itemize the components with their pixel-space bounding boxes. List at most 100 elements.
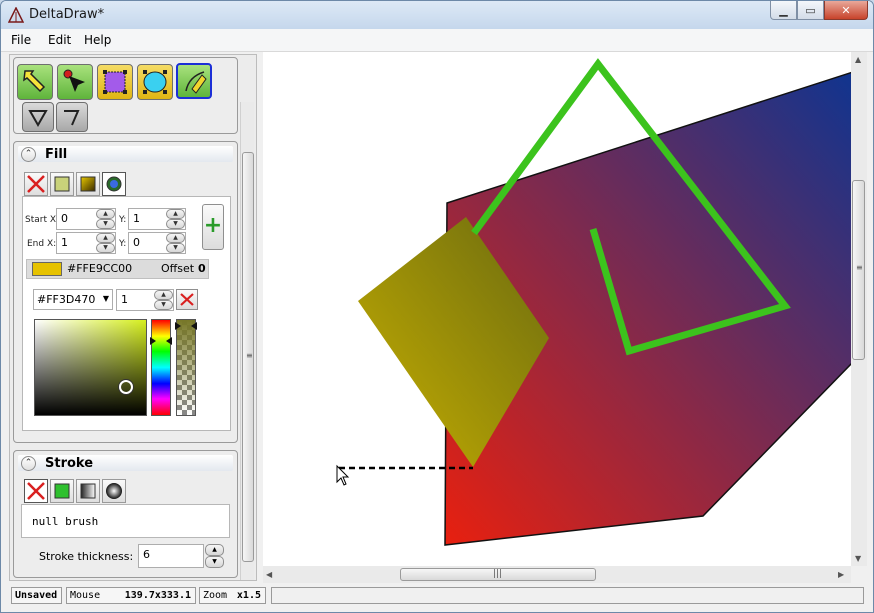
menu-help[interactable]: Help	[84, 33, 111, 47]
pen-tool-icon	[185, 71, 207, 94]
minimize-button[interactable]: ▁	[770, 1, 797, 20]
maximize-button[interactable]: ▭	[797, 1, 824, 20]
deltadraw-logo-icon	[8, 7, 24, 23]
alpha-slider[interactable]	[175, 319, 197, 416]
close-button[interactable]: ✕	[824, 1, 868, 20]
radial-gradient-stroke-button[interactable]	[102, 479, 126, 503]
start-x-value: 0	[61, 212, 68, 225]
menu-edit[interactable]: Edit	[48, 33, 71, 47]
grip-icon: ≡	[246, 351, 253, 360]
canvas-horizontal-scrollbar[interactable]: ◀ ||| ▶	[263, 566, 851, 583]
start-y-label: Y:	[119, 215, 127, 225]
properties-panel: ⌃ Fill Start X: 0 ▲ ▼ Y: 1 ▲ ▼ End X: 1 …	[9, 54, 257, 581]
chevron-down-icon[interactable]: ▼	[103, 294, 109, 303]
add-stop-button[interactable]: +	[202, 204, 224, 250]
solid-color-icon	[54, 483, 70, 499]
polyline-tool-button[interactable]	[56, 102, 88, 132]
start-y-stepper[interactable]: 1 ▲ ▼	[128, 208, 186, 230]
offset-label: Offset	[161, 262, 195, 275]
alpha-slider-handle[interactable]	[175, 319, 197, 330]
radial-gradient-fill-button[interactable]	[102, 172, 126, 196]
spin-up-icon[interactable]: ▲	[205, 544, 224, 556]
stop-color-hex: #FFE9CC00	[67, 262, 133, 275]
pen-tool-button[interactable]	[176, 63, 212, 99]
ellipse-tool-button[interactable]	[137, 64, 173, 100]
spin-up-icon[interactable]: ▲	[166, 209, 185, 219]
stop-offset-stepper[interactable]: 1 ▲ ▼	[116, 289, 174, 311]
start-x-stepper[interactable]: 0 ▲ ▼	[56, 208, 116, 230]
panel-scrollbar[interactable]: ≡	[240, 102, 254, 580]
spin-up-icon[interactable]: ▲	[154, 290, 173, 300]
fill-section-header[interactable]: ⌃ Fill	[18, 146, 233, 162]
title-bar[interactable]: DeltaDraw* ▁ ▭ ✕	[1, 1, 873, 29]
grip-icon: ≡	[856, 263, 863, 272]
menu-file[interactable]: File	[11, 33, 31, 47]
hue-slider[interactable]	[150, 319, 172, 416]
end-y-stepper[interactable]: 0 ▲ ▼	[128, 232, 186, 254]
scroll-up-icon[interactable]: ▲	[855, 55, 861, 64]
radial-gradient-icon	[106, 176, 122, 192]
stroke-title: Stroke	[45, 456, 94, 471]
no-stroke-button[interactable]	[24, 479, 48, 503]
mouse-value: 139.7x333.1	[124, 590, 191, 601]
saturation-value-picker[interactable]	[34, 319, 147, 416]
spin-up-icon[interactable]: ▲	[96, 233, 115, 243]
canvas-vertical-thumb[interactable]: ≡	[852, 180, 865, 360]
drawing-canvas[interactable]	[263, 52, 851, 566]
delete-stop-button[interactable]	[176, 289, 198, 310]
linear-gradient-fill-button[interactable]	[76, 172, 100, 196]
spin-down-icon[interactable]: ▼	[205, 556, 224, 568]
node-edit-tool-icon	[63, 69, 85, 92]
menu-bar: File Edit Help	[1, 29, 873, 52]
brush-text: null brush	[32, 515, 99, 528]
end-y-value: 0	[133, 236, 140, 249]
spin-up-icon[interactable]: ▲	[96, 209, 115, 219]
color-hex-combobox[interactable]: #FF3D470 ▼	[33, 289, 113, 310]
canvas-vertical-scrollbar[interactable]: ▲ ≡ ▼	[851, 52, 867, 566]
polygon-tool-button[interactable]	[22, 102, 54, 132]
solid-stroke-button[interactable]	[50, 479, 74, 503]
linear-gradient-stroke-button[interactable]	[76, 479, 100, 503]
color-hex-input: #FF3D470	[37, 293, 96, 306]
spin-up-icon[interactable]: ▲	[166, 233, 185, 243]
panel-scroll-thumb[interactable]: ≡	[242, 152, 254, 562]
select-tool-button[interactable]	[17, 64, 53, 100]
spin-down-icon[interactable]: ▼	[96, 243, 115, 253]
hue-slider-handle[interactable]	[150, 334, 172, 345]
red-x-icon	[27, 482, 45, 500]
scroll-right-icon[interactable]: ▶	[838, 570, 844, 579]
solid-fill-button[interactable]	[50, 172, 74, 196]
end-x-stepper[interactable]: 1 ▲ ▼	[56, 232, 116, 254]
offset-value: 0	[198, 262, 206, 275]
mouse-label: Mouse	[70, 590, 101, 601]
window-title: DeltaDraw*	[29, 7, 105, 22]
stroke-thickness-value[interactable]: 6	[143, 548, 150, 561]
stop-offset-value: 1	[121, 293, 128, 306]
spin-down-icon[interactable]: ▼	[166, 219, 185, 229]
end-y-label: Y:	[119, 239, 127, 249]
spin-down-icon[interactable]: ▼	[154, 300, 173, 310]
rectangle-tool-button[interactable]	[97, 64, 133, 100]
polyline-tool-icon	[64, 110, 80, 126]
chevron-up-icon[interactable]: ⌃	[21, 147, 36, 162]
spin-down-icon[interactable]: ▼	[166, 243, 185, 253]
end-x-label: End X:	[27, 239, 57, 249]
gradient-stop-row[interactable]: #FFE9CC00 Offset 0	[26, 259, 209, 279]
end-x-value: 1	[61, 236, 68, 249]
fill-section: ⌃ Fill Start X: 0 ▲ ▼ Y: 1 ▲ ▼ End X: 1 …	[13, 141, 238, 443]
canvas-horizontal-thumb[interactable]: |||	[400, 568, 596, 581]
gradient-editor: Start X: 0 ▲ ▼ Y: 1 ▲ ▼ End X: 1 ▲ ▼ Y: 0	[22, 196, 231, 431]
spin-down-icon[interactable]: ▼	[96, 219, 115, 229]
start-x-label: Start X:	[25, 215, 60, 225]
no-fill-button[interactable]	[24, 172, 48, 196]
ellipse-tool-icon	[143, 70, 167, 94]
red-x-icon	[27, 175, 45, 193]
canvas-svg	[336, 58, 851, 546]
chevron-up-icon[interactable]: ⌃	[21, 456, 36, 471]
node-edit-tool-button[interactable]	[57, 64, 93, 100]
stroke-section: ⌃ Stroke null brush Stroke thickness: 6	[13, 450, 238, 578]
scroll-left-icon[interactable]: ◀	[266, 570, 272, 579]
scroll-down-icon[interactable]: ▼	[855, 554, 861, 563]
color-picker-handle[interactable]	[119, 380, 133, 394]
stroke-section-header[interactable]: ⌃ Stroke	[18, 455, 233, 471]
